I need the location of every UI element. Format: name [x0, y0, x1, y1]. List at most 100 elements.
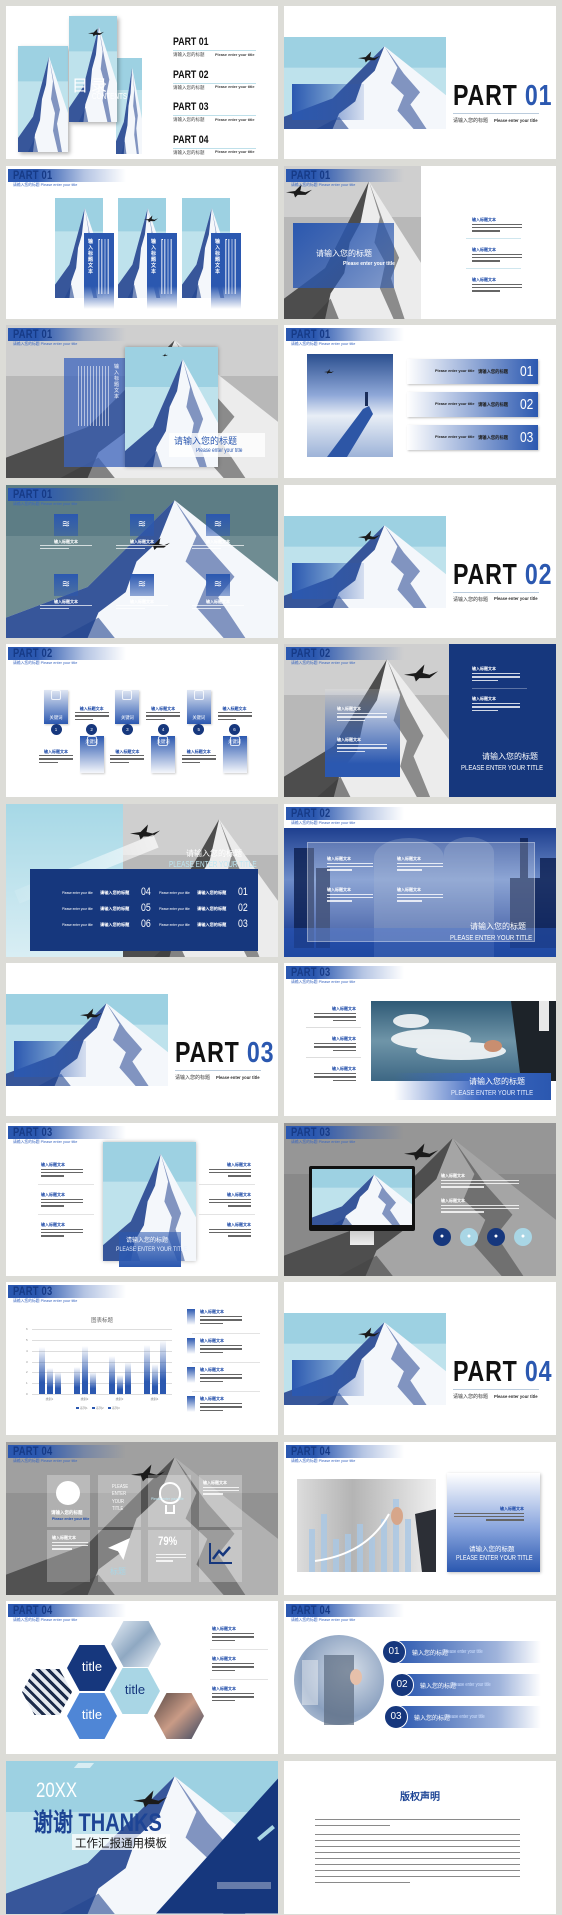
bar-系列2-类别1	[46, 1368, 53, 1394]
body-text-placeholder	[225, 238, 237, 294]
part-subtitle: 请输入您的标题 Please enter your title	[13, 182, 78, 187]
section-subtitle-cn: 请输入您的标题	[175, 1075, 211, 1081]
slide-thumbnail-8[interactable]: PART 02 请输入您的标题 Please enter your title	[284, 484, 556, 638]
part-label: PART 03	[291, 965, 331, 979]
divider	[306, 1057, 361, 1058]
slide-thumbnail-18[interactable]: PART 04 请输入您的标题 Please enter your title	[284, 1282, 556, 1435]
part-subtitle: 请输入您的标题 Please enter your title	[291, 182, 356, 187]
body-text-placeholder	[209, 1168, 251, 1170]
toc-item-cn: 请输入您的标题	[173, 84, 205, 90]
item-title: 输入标题文本	[200, 1367, 224, 1372]
body-text-placeholder	[472, 706, 520, 708]
bar-系列3-类别1	[54, 1372, 61, 1394]
slide-thumbnail-9[interactable]: PART 02 请输入您的标题 Please enter your title 关键…	[6, 644, 278, 797]
divider	[173, 50, 256, 51]
item-title: 输入标题文本	[212, 1686, 236, 1691]
slide-thumbnail-13[interactable]: PART 03 请输入您的标题 Please enter your title	[6, 963, 278, 1116]
slide-thumbnail-4[interactable]: PART 01 请输入您的标题 Please enter your title 请输…	[284, 165, 556, 319]
body-text-placeholder	[212, 1699, 236, 1702]
divider	[199, 1183, 255, 1185]
slide-thumbnail-15[interactable]: PART 03 请输入您的标题 Please enter your title 输入…	[6, 1122, 278, 1276]
blue-text-card: 输入标题文本	[84, 232, 114, 309]
slide-thumbnail-23[interactable]: 20XX 谢谢 THANKS 工作汇报通用模板	[6, 1760, 278, 1914]
slide-title: 请输入您的标题	[174, 436, 238, 446]
row-title-en: Please enter your title	[62, 922, 93, 927]
body-text-placeholder	[200, 1406, 242, 1408]
bar-chart: 图表标题 0 1 2 3 4 5 6 类别1 类别2 类别3 类别4 系列1 系列2 系列3	[6, 1282, 186, 1435]
body-text-placeholder	[209, 1201, 251, 1204]
legend-entry: 系列3	[108, 1406, 120, 1410]
row-title-cn: 请输入您的标题	[197, 906, 227, 911]
item-icon	[187, 1309, 195, 1325]
part-label: PART 04	[13, 1443, 53, 1458]
slide-thumbnail-5[interactable]: PART 01 请输入您的标题 Please enter your title 输入…	[6, 325, 278, 478]
item-title: 输入标题文本	[337, 737, 361, 742]
slide-title: 请输入您的标题	[482, 752, 538, 761]
body-text-placeholder	[337, 744, 387, 746]
tile-title: 标题	[110, 1566, 126, 1576]
body-text-placeholder	[74, 712, 109, 714]
body-text-placeholder	[314, 1016, 356, 1018]
body-text-placeholder	[78, 366, 110, 426]
body-text-placeholder	[200, 1351, 224, 1354]
copyright-text-line	[315, 1851, 520, 1854]
item-title: 输入标题文本	[227, 1161, 251, 1167]
body-text-placeholder	[52, 1544, 88, 1547]
blue-accent-block	[292, 1360, 364, 1396]
slide-thumbnail-21[interactable]: PART 04 请输入您的标题 Please enter your title ti…	[6, 1601, 278, 1754]
body-text-placeholder	[203, 1486, 239, 1488]
body-text-placeholder	[337, 713, 387, 715]
body-text-placeholder	[39, 761, 58, 764]
body-text-placeholder	[200, 1374, 242, 1376]
slide-thumbnail-20[interactable]: PART 04 请输入您的标题 Please enter your title 输入…	[284, 1441, 556, 1595]
layers-icon: ●	[433, 1227, 451, 1246]
body-text-placeholder	[397, 862, 443, 864]
slide-thumbnail-10[interactable]: PART 02 请输入您的标题 Please enter your title 输入…	[284, 644, 556, 797]
body-text-placeholder	[40, 604, 92, 606]
part-header: PART 01 请输入您的标题 Please enter your title	[284, 325, 424, 349]
slide-thumbnail-14[interactable]: PART 03 请输入您的标题 Please enter your title 输入…	[284, 963, 556, 1116]
slide-thumbnail-12[interactable]: PART 02 请输入您的标题 Please enter your title 输入…	[284, 803, 556, 957]
part-header: PART 01 请输入您的标题 Please enter your title	[284, 166, 424, 190]
cubes-photo-hex	[22, 1669, 72, 1715]
gridline	[32, 1350, 172, 1352]
body-text-placeholder	[40, 547, 69, 550]
layers-icon: ≋	[54, 573, 78, 596]
body-text-placeholder	[337, 747, 387, 749]
body-text-placeholder	[212, 1696, 254, 1698]
lightbulb-base	[165, 1504, 175, 1514]
divider	[472, 688, 527, 689]
row-number: 01	[520, 363, 534, 380]
slide-thumbnail-22[interactable]: PART 04 请输入您的标题 Please enter your title 01…	[284, 1601, 556, 1754]
slide-title-en: PLEASE ENTER YOUR TITLE	[169, 859, 257, 869]
item-title: 输入标题文本	[500, 1505, 524, 1511]
gradient-box	[325, 689, 400, 777]
divider	[38, 1183, 94, 1185]
section-subtitle-en: Please enter your title	[494, 596, 538, 601]
body-text-placeholder	[314, 1076, 356, 1078]
slide-thumbnail-24[interactable]: 版权声明	[284, 1760, 556, 1914]
slide-thumbnail-7[interactable]: PART 01 请输入您的标题 Please enter your title ≋ 输…	[6, 484, 278, 638]
slide-thumbnail-1[interactable]: 目录 CONTENTS PART 01 请输入您的标题 Please enter you…	[6, 6, 278, 159]
part-word: PART	[453, 1356, 518, 1388]
step-number: 1	[50, 724, 62, 735]
toc-part-label: PART 03	[173, 101, 209, 114]
slide-thumbnail-19[interactable]: PART 04 请输入您的标题 Please enter your title 请输…	[6, 1441, 278, 1595]
divider	[175, 1070, 261, 1071]
slide-thumbnail-3[interactable]: PART 01 请输入您的标题 Please enter your title 输…	[6, 165, 278, 319]
slide-thumbnail-16[interactable]: PART 03 请输入您的标题 Please enter your title 输…	[284, 1122, 556, 1276]
slide-thumbnail-17[interactable]: PART 03 请输入您的标题 Please enter your title 图表…	[6, 1282, 278, 1435]
slide-title: 请输入您的标题	[469, 1077, 525, 1086]
step-number: 6	[229, 724, 240, 735]
eagle-image	[324, 362, 334, 374]
slide-thumbnail-11[interactable]: 请输入您的标题 PLEASE ENTER YOUR TITLE Please ent…	[6, 803, 278, 957]
body-text-placeholder	[181, 761, 201, 764]
keyword-label: 关键词	[156, 739, 170, 744]
slide-thumbnail-6[interactable]: PART 01 请输入您的标题 Please enter your title Pl…	[284, 325, 556, 478]
copyright-title: 版权声明	[400, 1791, 440, 1803]
legend-swatch	[92, 1407, 95, 1409]
part-subtitle: 请输入您的标题 Please enter your title	[291, 1458, 356, 1463]
slide-thumbnail-2[interactable]: PART 01 请输入您的标题 Please enter your title	[284, 6, 556, 159]
body-text-placeholder	[41, 1231, 83, 1234]
item-title: 输入标题文本	[41, 1191, 65, 1197]
